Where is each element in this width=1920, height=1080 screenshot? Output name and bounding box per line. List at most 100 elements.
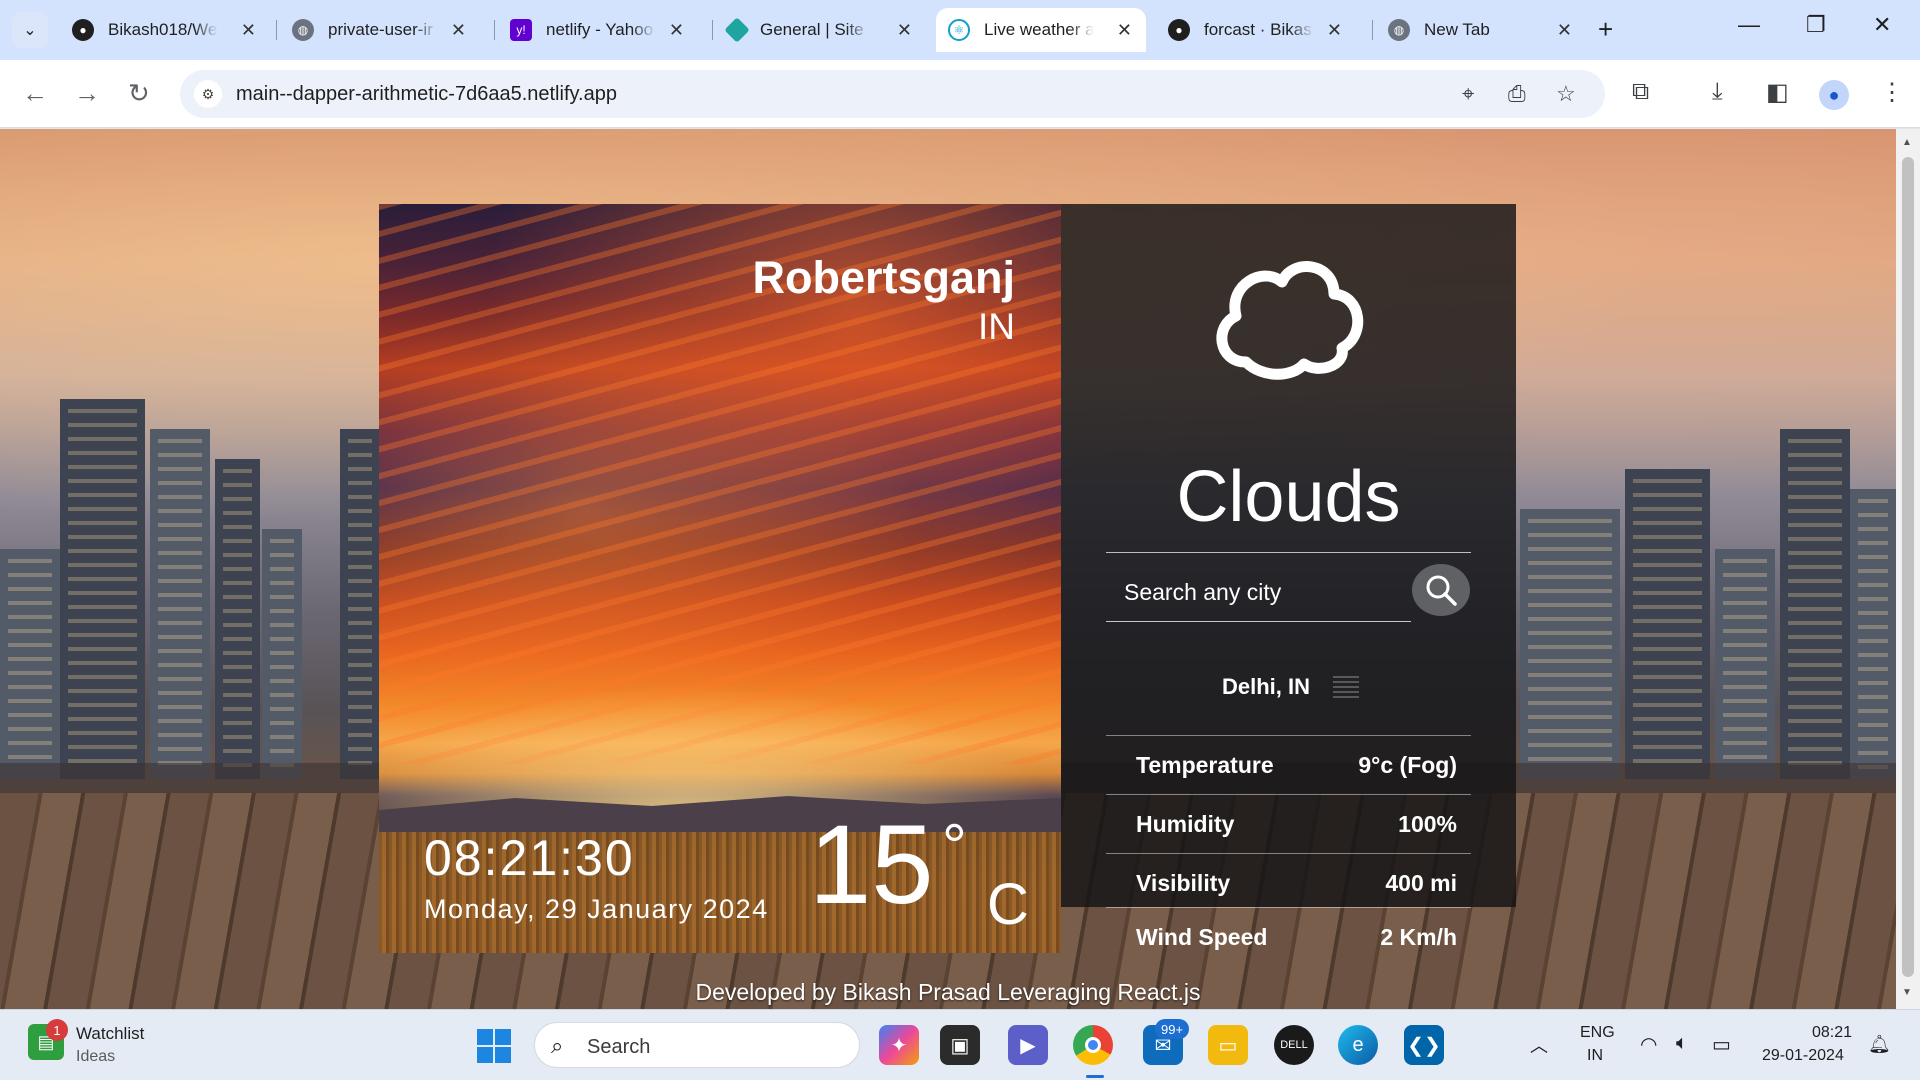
search-icon: ⌕ — [551, 1033, 564, 1058]
netlify-icon — [724, 17, 750, 43]
wifi-icon[interactable]: ◠ — [1640, 1032, 1657, 1057]
background-building — [1850, 489, 1896, 779]
page-viewport: Robertsganj IN 08:21:30 Monday, 29 Janua… — [0, 129, 1896, 1009]
footer-credit: Developed by Bikash Prasad Leveraging Re… — [695, 979, 1201, 1005]
extensions-icon[interactable]: ⧉ — [1632, 78, 1649, 106]
windows-taskbar: ▤ 1 Watchlist Ideas ⌕ Search ✦ ▣ ▶ ✉ 99+… — [0, 1009, 1920, 1080]
widget-subtitle[interactable]: Ideas — [76, 1048, 115, 1066]
temperature-degree: ° — [942, 812, 967, 881]
stat-label: Wind Speed — [1136, 924, 1268, 950]
tab-1[interactable]: ◍ private-user-ir ✕ — [280, 8, 480, 52]
tab-5[interactable]: ● forcast · Bikas ✕ — [1156, 8, 1356, 52]
react-icon: ⚛ — [948, 19, 970, 41]
background-building — [215, 459, 260, 779]
tab-0[interactable]: ● Bikash018/We ✕ — [60, 8, 270, 52]
search-icon — [1426, 575, 1457, 606]
vscode-icon[interactable]: ❮❯ — [1404, 1025, 1444, 1065]
stat-row-humidity: Humidity 100% — [1106, 794, 1471, 853]
github-icon: ● — [1168, 19, 1190, 41]
scroll-up-arrow-icon[interactable]: ▲ — [1902, 137, 1912, 148]
file-explorer-icon[interactable]: ▭ — [1208, 1025, 1248, 1065]
background-building — [1780, 429, 1850, 779]
language-region[interactable]: IN — [1587, 1047, 1603, 1065]
scroll-down-arrow-icon[interactable]: ▼ — [1902, 987, 1912, 998]
site-info-icon[interactable]: ⚙ — [194, 80, 222, 108]
side-panel-icon[interactable]: ◧ — [1766, 78, 1789, 107]
background-building — [60, 399, 145, 779]
clock-date[interactable]: 29-01-2024 — [1762, 1047, 1844, 1065]
search-button[interactable] — [1412, 564, 1470, 616]
close-icon[interactable]: ✕ — [1557, 20, 1572, 41]
close-icon[interactable]: ✕ — [897, 20, 912, 41]
close-icon[interactable]: ✕ — [241, 20, 256, 41]
stat-value: 2 Km/h — [1380, 924, 1457, 950]
stat-value: 100% — [1398, 811, 1457, 837]
bookmark-star-icon[interactable]: ☆ — [1556, 81, 1576, 107]
battery-icon[interactable]: ▭ — [1712, 1032, 1731, 1057]
tab-separator — [276, 20, 277, 40]
windows-start-icon[interactable] — [477, 1029, 511, 1063]
close-icon[interactable]: ✕ — [1117, 20, 1132, 41]
language-indicator[interactable]: ENG — [1580, 1024, 1615, 1042]
close-icon[interactable]: ✕ — [451, 20, 466, 41]
url-text[interactable]: main--dapper-arithmetic-7d6aa5.netlify.a… — [236, 83, 617, 106]
mail-badge: 99+ — [1155, 1019, 1190, 1039]
menu-kebab-icon[interactable]: ⋮ — [1880, 78, 1904, 107]
copilot-icon[interactable]: ✦ — [879, 1025, 919, 1065]
close-icon[interactable]: ✕ — [669, 20, 684, 41]
stat-value: 400 mi — [1385, 870, 1457, 896]
install-app-icon[interactable]: ⎙ — [1508, 81, 1526, 107]
tab-search-button[interactable]: ⌄ — [12, 12, 48, 48]
stat-row-visibility: Visibility 400 mi — [1106, 853, 1471, 912]
background-building — [1625, 469, 1710, 779]
notification-bell-icon[interactable]: 🔔︎ — [1868, 1034, 1891, 1055]
tab-strip: ⌄ ● Bikash018/We ✕ ◍ private-user-ir ✕ y… — [0, 0, 1920, 60]
stat-label: Temperature — [1136, 752, 1274, 778]
tab-2[interactable]: y! netlify - Yahoo ✕ — [498, 8, 698, 52]
restore-icon[interactable]: ❐ — [1806, 12, 1826, 38]
task-view-icon[interactable]: ▣ — [940, 1025, 980, 1065]
background-building — [262, 529, 302, 779]
teams-icon[interactable]: ▶ — [1008, 1025, 1048, 1065]
download-icon[interactable]: ⤓ — [1712, 78, 1723, 106]
volume-icon[interactable]: 🔈︎ — [1676, 1032, 1688, 1055]
scroll-thumb[interactable] — [1902, 157, 1914, 977]
searched-city: Delhi, IN — [1221, 674, 1310, 699]
page-scrollbar[interactable]: ▲ ▼ — [1896, 129, 1920, 1009]
new-tab-button[interactable]: + — [1598, 14, 1613, 45]
tab-title: General | Site c — [760, 20, 870, 39]
tab-3[interactable]: General | Site c ✕ — [716, 8, 926, 52]
yahoo-icon: y! — [510, 19, 532, 41]
location-icon[interactable]: ⌖ — [1462, 81, 1474, 107]
back-icon[interactable]: ← — [22, 78, 48, 109]
widget-title[interactable]: Watchlist — [76, 1024, 144, 1044]
city-search-input[interactable] — [1106, 564, 1411, 622]
current-time: 08:21:30 — [424, 830, 635, 886]
background-building — [1520, 509, 1620, 779]
tab-title: forcast · Bikas — [1204, 20, 1312, 39]
edge-icon[interactable]: e — [1338, 1025, 1378, 1065]
chevron-up-icon[interactable]: ︿ — [1530, 1032, 1548, 1058]
minimize-icon[interactable]: — — [1738, 12, 1760, 38]
forward-icon[interactable]: → — [74, 78, 100, 109]
tab-title: Bikash018/We — [108, 20, 218, 39]
browser-toolbar: ← → ↻ ⚙ main--dapper-arithmetic-7d6aa5.n… — [0, 60, 1920, 128]
tab-6[interactable]: ◍ New Tab ✕ — [1376, 8, 1586, 52]
stat-row-wind-speed: Wind Speed 2 Km/h — [1106, 907, 1471, 966]
profile-avatar-icon[interactable]: ● — [1819, 80, 1849, 110]
close-icon[interactable]: ✕ — [1327, 20, 1342, 41]
active-app-indicator — [1086, 1075, 1104, 1078]
tab-4-active[interactable]: ⚛ Live weather a ✕ — [936, 8, 1146, 52]
reload-icon[interactable]: ↻ — [128, 78, 150, 109]
location-country: IN — [978, 306, 1015, 347]
close-window-icon[interactable]: ✕ — [1873, 12, 1891, 38]
chrome-icon[interactable] — [1073, 1025, 1113, 1065]
clock-time[interactable]: 08:21 — [1812, 1024, 1852, 1042]
address-bar[interactable]: ⚙ main--dapper-arithmetic-7d6aa5.netlify… — [180, 70, 1605, 118]
notification-badge: 1 — [46, 1019, 68, 1041]
taskbar-search[interactable]: ⌕ Search — [534, 1022, 860, 1068]
decorative-lines — [1333, 676, 1359, 698]
tab-title: netlify - Yahoo — [546, 20, 654, 39]
globe-icon: ◍ — [1388, 19, 1410, 41]
dell-icon[interactable]: DELL — [1274, 1025, 1314, 1065]
